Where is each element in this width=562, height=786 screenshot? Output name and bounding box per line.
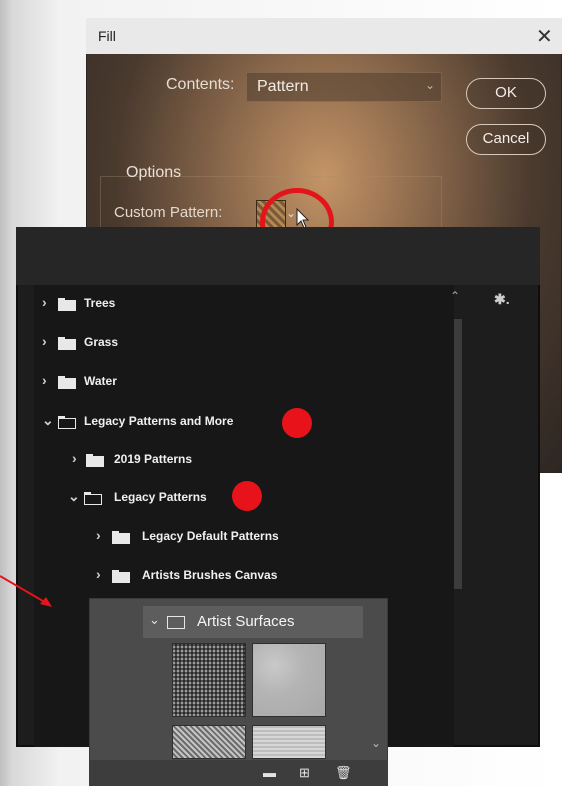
folder-icon [112,570,130,583]
pattern-thumbnail[interactable] [252,643,326,717]
dialog-title: Fill [98,28,116,44]
contents-label: Contents: [166,76,235,93]
pattern-thumbnail[interactable] [252,725,326,759]
cancel-button[interactable]: Cancel [466,124,546,155]
folder-open-icon [84,492,102,505]
tree-label: Grass [84,335,119,349]
tree-label: Legacy Patterns [114,490,207,504]
chevron-right-icon[interactable]: › [42,372,47,388]
folder-icon [112,531,130,544]
chevron-up-icon[interactable]: ⌃ [450,289,460,303]
chevron-down-icon[interactable]: ⌄ [42,412,54,429]
tree-row-grass[interactable]: › Grass [42,330,422,360]
tree-label: Trees [84,296,116,310]
folder-icon[interactable]: ▬ [263,765,276,780]
folder-icon [58,298,76,311]
tree-label: Legacy Patterns and More [84,414,234,428]
scroll-thumb[interactable] [454,319,462,589]
ok-button[interactable]: OK [466,78,546,109]
trash-icon[interactable]: 🗑 [335,765,352,781]
tree-row-2019-patterns[interactable]: › 2019 Patterns [72,447,422,477]
folder-icon [58,376,76,389]
folder-icon [86,454,104,467]
panel-topbar [16,227,540,285]
custom-pattern-label: Custom Pattern: [114,204,223,221]
folder-open-icon [167,616,185,629]
tree-label: Artist Surfaces [197,613,295,630]
close-icon[interactable]: ✕ [536,24,553,49]
chevron-down-icon[interactable]: ⌄ [371,736,381,750]
tree-row-legacy-default-patterns[interactable]: › Legacy Default Patterns [96,524,426,554]
chevron-right-icon[interactable]: › [96,527,101,543]
tree-label: Legacy Default Patterns [142,529,279,543]
inset-footer: ▬ ⊞ 🗑 [89,760,388,786]
chevron-right-icon[interactable]: › [42,333,47,349]
tree-row-artists-brushes-canvas[interactable]: › Artists Brushes Canvas [96,563,426,593]
annotation-red-dot [282,408,312,438]
chevron-down-icon[interactable]: ⌄ [149,612,160,628]
tree-label: Artists Brushes Canvas [142,568,278,582]
folder-icon [58,337,76,350]
chevron-right-icon[interactable]: › [96,566,101,582]
tree-row-water[interactable]: › Water [42,369,422,399]
contents-value: Pattern [257,78,309,95]
tree-row-trees[interactable]: › Trees [42,291,422,321]
contents-select[interactable]: Pattern ⌄ [246,72,442,102]
chevron-down-icon: ⌄ [424,78,435,92]
tree-row-legacy-patterns-and-more[interactable]: ⌄ Legacy Patterns and More [42,409,422,439]
chevron-right-icon[interactable]: › [42,294,47,310]
tree-label: Water [84,374,117,388]
artist-surfaces-inset: ⌄ Artist Surfaces ⌄ ▬ ⊞ 🗑 [89,598,388,786]
folder-open-icon [58,416,76,429]
pattern-list-scrollbar[interactable]: ⌃ [450,289,464,749]
annotation-red-arrow [0,575,52,607]
pattern-thumbnail[interactable] [172,643,246,717]
tree-row-artist-surfaces[interactable]: ⌄ Artist Surfaces [143,606,363,638]
options-label: Options [126,164,182,181]
gear-icon[interactable]: ✱. [494,291,510,308]
annotation-red-dot [232,481,262,511]
dialog-titlebar: Fill ✕ [86,18,562,54]
tree-label: 2019 Patterns [114,452,193,466]
chevron-down-icon[interactable]: ⌄ [68,488,80,505]
pattern-thumbnail[interactable] [172,725,246,759]
chevron-right-icon[interactable]: › [72,450,77,466]
new-pattern-icon[interactable]: ⊞ [299,765,310,781]
